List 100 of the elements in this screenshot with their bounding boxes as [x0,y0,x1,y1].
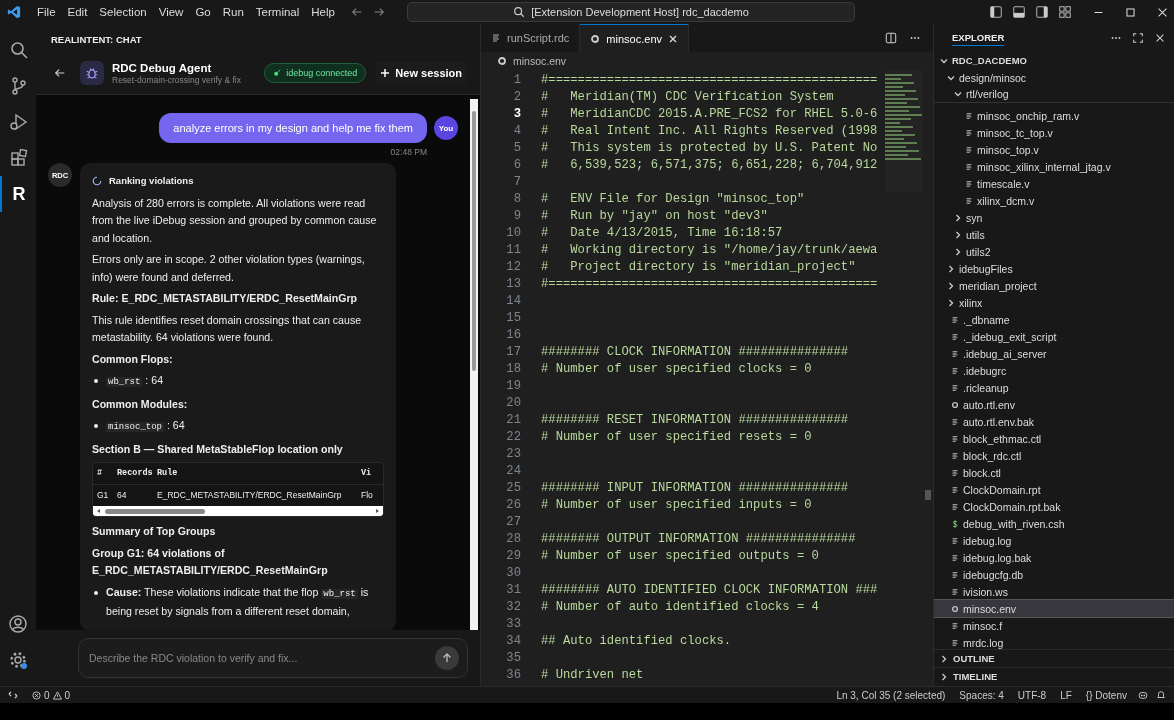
horizontal-scrollbar[interactable] [93,506,383,516]
tree-item[interactable]: .idebug_ai_server [934,345,1174,362]
tree-item[interactable]: idebug.log [934,532,1174,549]
tree-item[interactable]: rtl/verilog [934,86,1174,103]
tree-item[interactable]: .ricleanup [934,379,1174,396]
section-header[interactable]: OUTLINE [934,649,1174,667]
tree-item[interactable]: mrdc.log [934,634,1174,649]
close-icon[interactable] [1157,6,1168,18]
scroll-left-icon[interactable] [96,508,102,514]
minimap-drawing[interactable] [885,70,923,192]
tree-item[interactable]: block_ethmac.ctl [934,430,1174,447]
tree-item[interactable]: ClockDomain.rpt [934,481,1174,498]
panel-icon[interactable] [1012,5,1026,19]
tree-item[interactable]: block_rdc.ctl [934,447,1174,464]
menu-item[interactable]: Run [216,6,250,18]
section-header[interactable]: TIMELINE [934,667,1174,685]
tree-item[interactable]: idebugcfg.db [934,566,1174,583]
back-arrow-icon[interactable] [350,6,363,18]
message-heading: Group G1: 64 violations of E_RDC_METASTABILITY/ERDC_ResetMainGrp [92,545,329,578]
send-button[interactable] [435,646,459,670]
tree-item[interactable]: debug_with_riven.csh [934,515,1174,532]
settings-icon[interactable] [8,650,28,670]
tree-item[interactable]: ._idebug_exit_script [934,328,1174,345]
line-number: 13 [505,276,521,291]
tree-item[interactable]: minsoc_xilinx_internal_jtag.v [934,158,1174,175]
file-lines-icon [951,383,959,392]
tree-item[interactable]: RDC_DACDEMO [934,52,1174,69]
back-arrow-icon[interactable] [54,67,66,79]
tree-item[interactable]: ClockDomain.rpt.bak [934,498,1174,515]
tree-item[interactable]: .idebugrc [934,362,1174,379]
table-cell-text: Flo [361,488,374,502]
menu-item[interactable]: Terminal [249,6,306,18]
explorer-tab[interactable]: EXPLORER [952,30,1005,46]
tree-item[interactable]: timescale.v [934,175,1174,192]
new-session-button[interactable]: New session [376,62,466,84]
tree-item[interactable]: idebug.log.bak [934,549,1174,566]
tree-item[interactable]: minsoc_tc_top.v [934,124,1174,141]
tree-item[interactable]: syn [934,209,1174,226]
maximize-panel-icon[interactable] [1132,32,1144,44]
status-item[interactable]: {} Dotenv [1082,689,1130,701]
menu-item[interactable]: Help [305,6,341,18]
code-line: # This system is protected by U.S. Patent No [541,140,878,155]
layout-icon[interactable] [989,5,1003,19]
tree-item[interactable]: ivision.ws [934,583,1174,600]
tree-item[interactable]: minsoc.env [934,600,1174,617]
line-number: 27 [505,514,521,529]
search-icon [513,6,526,18]
user-avatar: You [434,116,458,140]
menu-item[interactable]: Edit [61,6,94,18]
chat-input-box[interactable]: Describe the RDC violation to verify and fix... [78,638,468,678]
problems-indicator[interactable]: 0 0 [32,689,71,701]
vertical-scrollbar[interactable] [470,99,478,630]
menu-item[interactable]: File [31,6,62,18]
close-icon[interactable] [668,33,678,44]
line-number: 25 [505,480,521,495]
source-control-icon [9,76,29,96]
tree-item[interactable]: minsoc_onchip_ram.v [934,107,1174,124]
message-heading: Rule: E_RDC_METASTABILITY/ERDC_ResetMainGrp [92,291,359,306]
tree-item[interactable]: minsoc_top.v [934,141,1174,158]
bell-icon[interactable] [1156,690,1166,700]
menu-item[interactable]: Selection [93,6,153,18]
tree-item[interactable]: utils [934,226,1174,243]
tree-item[interactable]: auto.rtl.env [934,396,1174,413]
tree-item[interactable]: utils2 [934,243,1174,260]
scroll-right-icon[interactable] [374,508,380,514]
menu-item[interactable]: Go [189,6,217,18]
breadcrumb[interactable]: minsoc.env [481,52,933,70]
tree-item[interactable]: ._dbname [934,311,1174,328]
tree-item[interactable]: idebugFiles [934,260,1174,277]
tree-item[interactable]: xilinx [934,294,1174,311]
copilot-icon[interactable] [1138,690,1148,700]
file-lines-icon [951,417,959,426]
account-icon[interactable] [8,614,28,634]
menu-item[interactable]: View [152,6,190,18]
tree-item[interactable]: auto.rtl.env.bak [934,413,1174,430]
table-cell-text: 64 [117,488,128,502]
tree-item[interactable]: design/minsoc [934,69,1174,86]
remote-icon[interactable] [8,690,18,700]
status-item[interactable]: Ln 3, Col 35 (2 selected) [833,689,949,701]
app-logo-icon [7,5,21,19]
command-center[interactable]: [Extension Development Host] rdc_dacdemo [406,2,855,22]
code-line: # Project directory is "meridian_project" [541,259,856,274]
editor-tab[interactable]: minsoc.env [580,24,689,52]
status-item[interactable]: LF [1057,689,1075,701]
grid-layout-icon[interactable] [1058,5,1072,19]
maximize-icon[interactable] [1125,6,1136,18]
sidebar-icon[interactable] [1035,5,1049,19]
status-item[interactable]: Spaces: 4 [956,689,1007,701]
message-paragraph: Analysis of 280 errors is complete. All violations were read from the live iDebug session and grouped by common cause and location. [92,195,378,246]
split-editor-icon[interactable] [885,32,897,44]
line-number: 12 [505,259,521,274]
tree-item[interactable]: meridian_project [934,277,1174,294]
status-item[interactable]: UTF-8 [1014,689,1050,701]
close-icon[interactable] [1154,32,1166,44]
tree-item[interactable]: block.ctl [934,464,1174,481]
tree-item[interactable]: minsoc.f [934,617,1174,634]
line-number: 29 [505,548,521,563]
tree-item[interactable]: xilinx_dcm.v [934,192,1174,209]
forward-arrow-icon[interactable] [372,6,385,18]
file-lines-icon [951,638,959,647]
